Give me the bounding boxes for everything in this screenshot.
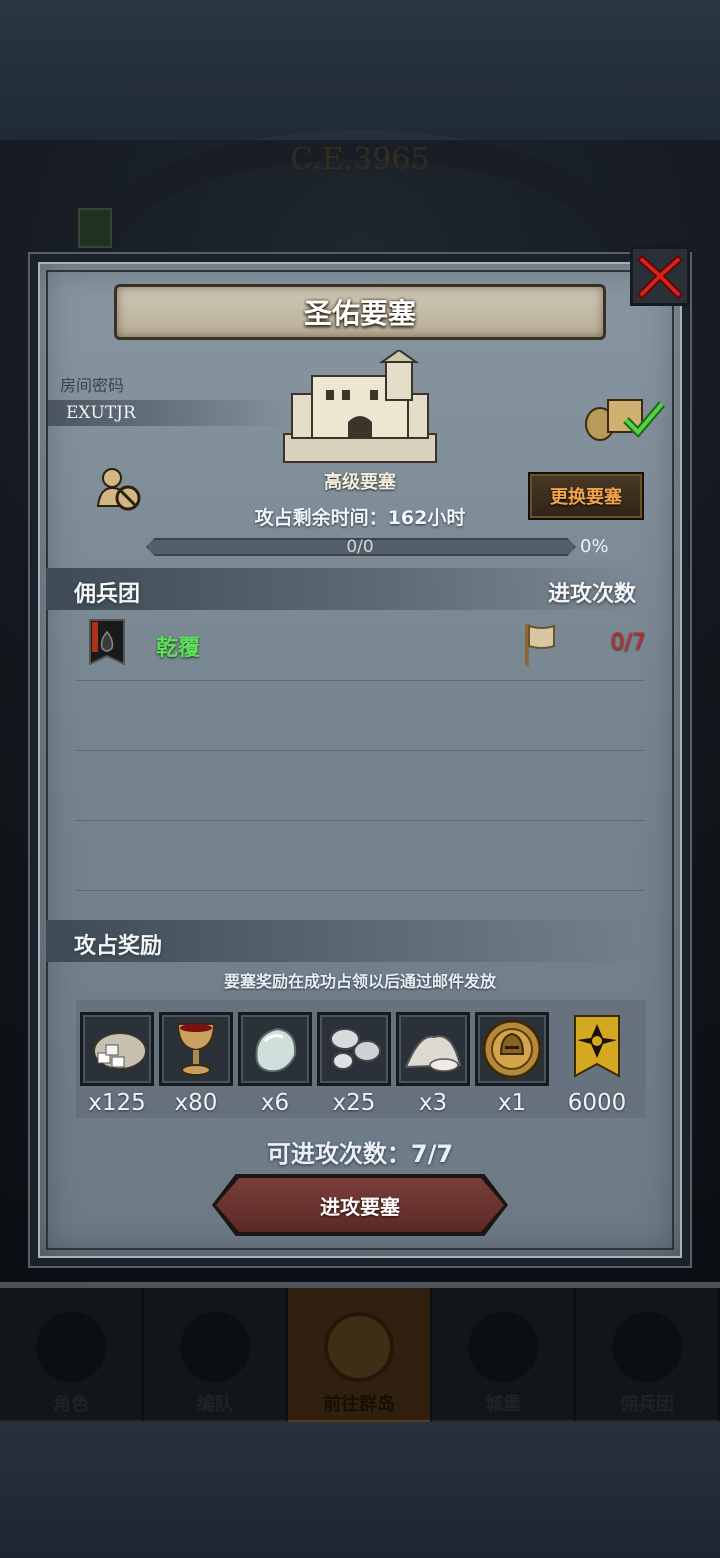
reward-item[interactable]: x80 [159, 1012, 233, 1116]
reward-item[interactable]: 6000 [560, 1012, 634, 1116]
row-divider [76, 680, 644, 681]
gem-stone-icon [255, 1027, 297, 1073]
dialog-title: 圣佑要塞 [303, 297, 416, 330]
reward-item[interactable]: x6 [238, 1012, 312, 1116]
remaining-time: 攻占剩余时间：162小时 [254, 507, 466, 529]
fortress-icon [283, 350, 437, 463]
attack-fortress-button[interactable]: 进攻要塞 [216, 1178, 504, 1232]
goblet-icon [176, 1023, 216, 1076]
supply-check-icon[interactable] [582, 390, 666, 442]
reward-qty: x25 [332, 1090, 376, 1116]
flag-icon [525, 624, 555, 666]
row-divider [76, 820, 644, 821]
no-user-icon[interactable] [96, 466, 144, 512]
reward-section-title: 攻占奖励 [74, 934, 163, 959]
reward-item[interactable]: x25 [317, 1012, 391, 1116]
room-password-value: EXUTJR [66, 403, 136, 423]
honor-banner-icon [574, 1015, 620, 1078]
dialog-title-plate: 圣佑要塞 [114, 284, 606, 340]
silver-ore-icon [330, 1028, 381, 1070]
reward-qty: x80 [174, 1090, 218, 1116]
close-icon [636, 254, 684, 300]
reward-item[interactable]: x1 [475, 1012, 549, 1116]
mercenary-name: 乾覆 [156, 636, 201, 661]
fortress-level: 高级要塞 [324, 472, 396, 493]
row-divider [76, 750, 644, 751]
reward-qty: x125 [88, 1090, 146, 1116]
reward-note: 要塞奖励在成功占领以后通过邮件发放 [223, 972, 496, 991]
mercenary-section-title: 佣兵团 [74, 582, 141, 607]
status-bar-area [0, 0, 720, 140]
reward-qty: x6 [260, 1090, 290, 1116]
helmet-medal-icon [482, 1019, 542, 1079]
reward-item[interactable]: x3 [396, 1012, 470, 1116]
mercenary-row[interactable]: 乾覆 0/7 [78, 612, 646, 678]
powder-pile-icon [404, 1035, 462, 1072]
change-fortress-button[interactable]: 更换要塞 [528, 472, 644, 520]
attacks-available: 可进攻次数：7/7 [266, 1140, 454, 1168]
reward-qty: 6000 [567, 1090, 627, 1116]
row-divider [76, 890, 644, 891]
guild-banner-icon [89, 619, 125, 666]
change-fortress-label: 更换要塞 [550, 487, 622, 508]
bottom-band [0, 1418, 720, 1558]
room-password-label: 房间密码 [60, 376, 125, 395]
attack-fortress-label: 进攻要塞 [320, 1194, 400, 1219]
reward-qty: x3 [418, 1090, 448, 1116]
ore-sack-icon [93, 1032, 147, 1070]
progress-percent: 0% [580, 536, 609, 557]
close-button[interactable] [630, 246, 690, 306]
progress-text: 0/0 [346, 537, 374, 557]
mercenary-attack-count: 0/7 [610, 630, 646, 655]
reward-item[interactable]: x125 [80, 1012, 154, 1116]
attack-count-header: 进攻次数 [548, 582, 637, 607]
reward-qty: x1 [497, 1090, 527, 1116]
